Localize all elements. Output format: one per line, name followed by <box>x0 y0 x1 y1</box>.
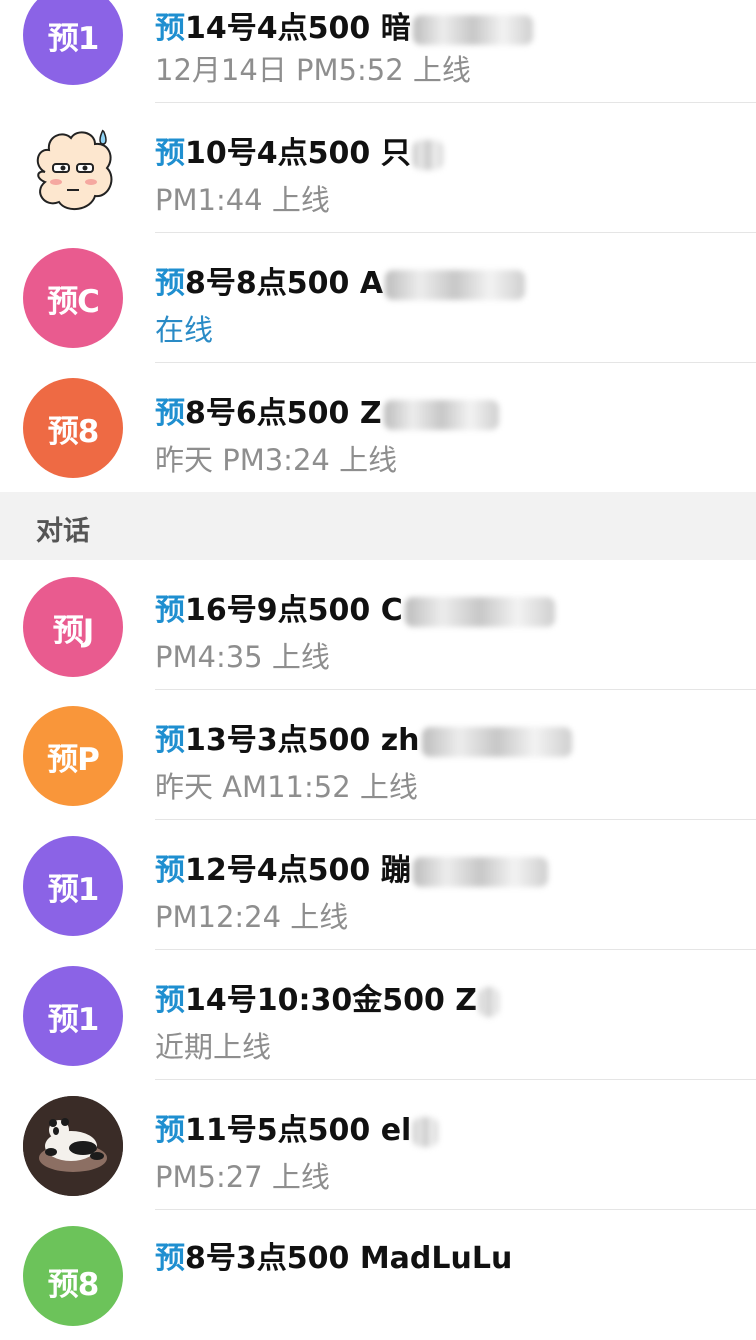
redacted-text <box>412 139 443 170</box>
section-header: 对话 <box>0 492 756 560</box>
avatar: 预1 <box>23 0 123 85</box>
avatar: 预P <box>23 706 123 806</box>
contact-status: 近期上线 <box>155 1030 272 1064</box>
contact-row[interactable]: 预8 预8号3点500 MadLuLu <box>0 1210 756 1340</box>
section-title: 对话 <box>36 516 90 547</box>
contact-row[interactable]: 预J 预16号9点500 C PM4:35 上线 <box>0 560 756 690</box>
contact-status: 在线 <box>155 313 214 347</box>
contact-name: 预10号4点500 只 <box>155 128 443 172</box>
contact-status: 12月14日 PM5:52 上线 <box>155 53 471 87</box>
redacted-text <box>421 726 572 757</box>
avatar: 预8 <box>23 1226 123 1326</box>
avatar: 预8 <box>23 378 123 478</box>
contact-status: PM1:44 上线 <box>155 183 330 217</box>
contact-row[interactable]: 预1 预14号4点500 暗 12月14日 PM5:52 上线 <box>0 0 756 103</box>
contact-name: 预11号5点500 el <box>155 1105 439 1149</box>
contact-name: 预14号10:30金500 Z <box>155 975 500 1019</box>
contact-status: 昨天 PM3:24 上线 <box>155 443 398 477</box>
contact-status: PM4:35 上线 <box>155 640 330 674</box>
contact-row[interactable]: 预C 预8号8点500 A 在线 <box>0 233 756 363</box>
contact-status: PM12:24 上线 <box>155 900 349 934</box>
contact-name: 预8号8点500 A <box>155 258 526 302</box>
contact-row[interactable]: 预10号4点500 只 PM1:44 上线 <box>0 103 756 233</box>
contact-name: 预8号6点500 Z <box>155 388 499 432</box>
contact-row[interactable]: 预1 预12号4点500 蹦 PM12:24 上线 <box>0 820 756 950</box>
redacted-text <box>412 14 533 45</box>
panda-photo-avatar <box>23 1096 123 1196</box>
redacted-text <box>383 399 499 430</box>
contact-row[interactable]: 预P 预13号3点500 zh 昨天 AM11:52 上线 <box>0 690 756 820</box>
avatar: 预C <box>23 248 123 348</box>
contact-name: 预13号3点500 zh <box>155 715 572 759</box>
contact-name: 预8号3点500 MadLuLu <box>155 1241 513 1276</box>
avatar: 预J <box>23 577 123 677</box>
avatar: 预1 <box>23 966 123 1066</box>
contact-name: 预16号9点500 C <box>155 585 555 629</box>
contact-status: 昨天 AM11:52 上线 <box>155 770 418 804</box>
redacted-text <box>412 856 548 887</box>
avatar: 预1 <box>23 836 123 936</box>
redacted-text <box>479 986 500 1017</box>
contact-row[interactable]: 预8 预8号6点500 Z 昨天 PM3:24 上线 <box>0 363 756 493</box>
redacted-text <box>404 596 555 627</box>
redacted-text <box>413 1116 439 1147</box>
contact-name: 预12号4点500 蹦 <box>155 845 548 889</box>
contact-row[interactable]: 预1 预14号10:30金500 Z 近期上线 <box>0 950 756 1080</box>
redacted-text <box>385 269 526 300</box>
contact-row[interactable]: 预11号5点500 el PM5:27 上线 <box>0 1080 756 1210</box>
cartoon-face-avatar <box>23 120 123 220</box>
contact-status: PM5:27 上线 <box>155 1160 330 1194</box>
contact-name: 预14号4点500 暗 <box>155 3 533 47</box>
